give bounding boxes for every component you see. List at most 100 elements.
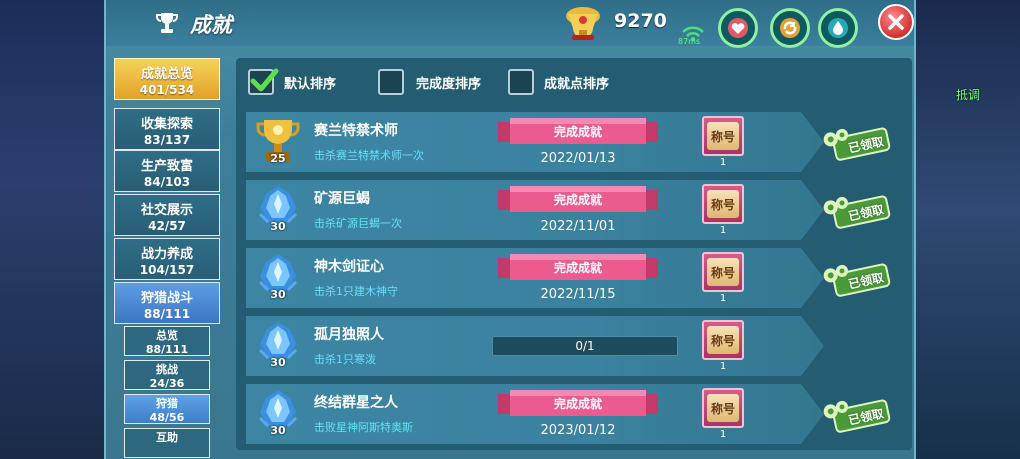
completion-label: 完成成就 (553, 261, 602, 275)
title-reward-badge[interactable]: 称号 (702, 184, 744, 224)
reward-count: 1 (719, 429, 727, 440)
title-reward-badge[interactable]: 称号 (702, 388, 744, 428)
achievement-list[interactable]: 默认排序 完成度排序 成就点排序 25 赛兰特禁术师 击杀赛兰特禁术师一次 完成成就 2… (236, 58, 912, 450)
category-label: 狩猎战斗 (140, 291, 193, 306)
achievement-title: 矿源巨蝎 (314, 191, 370, 207)
page-title: 成就 (190, 13, 232, 37)
title-reward-badge[interactable]: 称号 (702, 320, 744, 360)
achievement-points-label: 30 (270, 220, 286, 233)
category-count: 88/111 (143, 307, 191, 321)
completion-label: 完成成就 (553, 397, 602, 411)
top-bar: 成就 9270 87ms (106, 0, 914, 48)
achievement-row[interactable]: 30 矿源巨蝎击杀矿源巨蝎一次 完成成就 2022/11/01 称号 1 (246, 180, 824, 240)
category-count: 83/137 (143, 133, 191, 147)
progress-text: 0/1 (575, 339, 595, 353)
title-reward-badge[interactable]: 称号 (702, 116, 744, 156)
subcategory-label: 互助 (156, 431, 178, 444)
achievement-title: 终结群星之人 (314, 395, 398, 411)
sort-bar: 默认排序 完成度排序 成就点排序 (236, 58, 912, 104)
refresh-button[interactable] (770, 8, 810, 48)
achievement-description: 击杀1只寒泼 (314, 353, 376, 366)
subcategory-label: 狩猎 (156, 397, 178, 410)
category-overview[interactable]: 成就总览 401/534 (114, 58, 220, 100)
water-button[interactable] (818, 8, 858, 48)
scene-background-left (0, 0, 104, 459)
completion-date: 2022/11/01 (540, 219, 616, 234)
subcategory-challenge[interactable]: 挑战 24/36 (124, 360, 210, 390)
sort-completion-label: 完成度排序 (416, 77, 482, 92)
title-reward-label: 称号 (707, 190, 739, 218)
subcategory-hunting[interactable]: 狩猎 48/56 (124, 394, 210, 424)
refresh-icon (780, 18, 800, 38)
sort-points-checkbox[interactable] (508, 69, 534, 95)
claimed-stamp: 已领取 (822, 122, 892, 164)
category-label: 成就总览 (140, 67, 193, 82)
subcategory-label: 总览 (156, 329, 178, 342)
title-reward-badge[interactable]: 称号 (702, 252, 744, 292)
reward-count: 1 (719, 157, 727, 168)
health-button[interactable] (718, 8, 758, 48)
completion-label: 完成成就 (553, 125, 602, 139)
sort-default-checkbox[interactable] (248, 68, 279, 95)
achievement-points-label: 25 (270, 152, 286, 165)
category-count: 42/57 (148, 219, 186, 233)
achievement-points-label: 30 (270, 288, 286, 301)
heart-icon (728, 18, 748, 38)
claimed-stamp: 已领取 (822, 394, 892, 436)
achievement-row[interactable]: 25 赛兰特禁术师击杀赛兰特禁术师一次 完成成就 2022/01/13 称号 1 (246, 112, 824, 172)
achievement-points: 9270 (614, 10, 667, 32)
category-hunting[interactable]: 狩猎战斗 88/111 (114, 282, 220, 324)
completion-date: 2022/01/13 (540, 151, 616, 166)
subcategory-label: 挑战 (156, 363, 178, 376)
achievement-title: 神木剑证心 (314, 259, 384, 275)
achievement-title: 赛兰特禁术师 (314, 123, 398, 139)
subcategory-assist[interactable]: 互助 (124, 428, 210, 458)
scene-background-right: 抵调 (910, 0, 1020, 459)
achievement-row[interactable]: 30 终结群星之人 击败星神阿斯特奥斯 完成成就 2023/01/12 称号 1 (246, 384, 824, 444)
reward-count: 1 (719, 225, 727, 236)
subcategory-count: 88/111 (145, 343, 189, 356)
achievement-description: 击杀赛兰特禁术师一次 (314, 149, 424, 162)
category-label: 战力养成 (140, 247, 193, 262)
sort-default-label: 默认排序 (284, 77, 337, 92)
category-social[interactable]: 社交展示 42/57 (114, 194, 220, 236)
sort-points-label: 成就点排序 (544, 77, 610, 92)
subcategory-count: 24/36 (149, 377, 185, 390)
achievement-description: 击杀矿源巨蝎一次 (314, 217, 402, 230)
claimed-stamp: 已领取 (822, 190, 892, 232)
title-reward-label: 称号 (707, 122, 739, 150)
category-collect[interactable]: 收集探索 83/137 (114, 108, 220, 150)
category-count: 401/534 (139, 83, 195, 97)
gold-cup-icon (566, 7, 600, 40)
sort-completion-checkbox[interactable] (378, 69, 404, 95)
close-icon (888, 14, 904, 30)
category-production[interactable]: 生产致富 84/103 (114, 150, 220, 192)
subcategory-overview[interactable]: 总览 88/111 (124, 326, 210, 356)
completion-date: 2022/11/15 (540, 287, 616, 302)
close-button[interactable] (878, 4, 914, 40)
progress-bar: 0/1 (492, 336, 678, 356)
category-label: 生产致富 (140, 159, 193, 174)
achievement-row[interactable]: 30 孤月独照人 击杀1只寒泼 0/1 称号 1 (246, 316, 824, 376)
achievement-row[interactable]: 30 神木剑证心击杀1只建木神守 完成成就 2022/11/15 称号 1 (246, 248, 824, 308)
category-power[interactable]: 战力养成 104/157 (114, 238, 220, 280)
ping-label: 87ms (678, 37, 701, 46)
achievement-description: 击败星神阿斯特奥斯 (314, 421, 413, 434)
reward-count: 1 (719, 361, 727, 372)
achievement-description: 击杀1只建木神守 (314, 285, 398, 298)
checkmark-icon (250, 68, 279, 92)
subcategory-count: 48/56 (149, 411, 185, 424)
trophy-icon (156, 13, 178, 33)
claimed-stamp: 已领取 (822, 258, 892, 300)
completion-label: 完成成就 (553, 193, 602, 207)
water-drop-icon (828, 18, 848, 38)
category-count: 104/157 (139, 263, 195, 277)
reward-count: 1 (719, 293, 727, 304)
achievement-points-label: 30 (270, 424, 286, 437)
category-label: 收集探索 (140, 117, 193, 132)
achievement-points-label: 30 (270, 356, 286, 369)
achievement-panel: 成就 9270 87ms 成就总览 401/534 收集探索 83/137 生产… (104, 0, 916, 459)
title-reward-label: 称号 (707, 258, 739, 286)
category-label: 社交展示 (140, 203, 193, 218)
title-reward-label: 称号 (707, 326, 739, 354)
